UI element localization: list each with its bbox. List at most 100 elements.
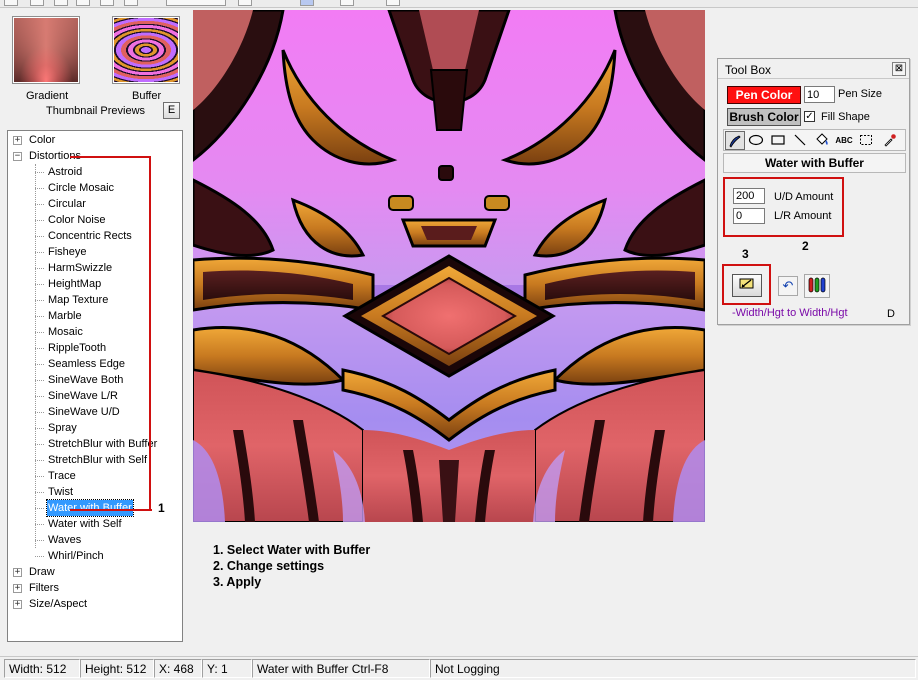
tree-item-whirl-pinch[interactable]: Whirl/Pinch [8,548,182,564]
tree-connector [35,252,44,253]
size-mode-label[interactable]: -Width/Hgt to Width/Hgt [732,307,848,319]
image-canvas[interactable] [191,8,707,523]
status-y: Y: 1 [202,659,252,678]
expand-icon[interactable]: + [13,136,22,145]
top-toolbar [0,0,918,8]
apply-button[interactable] [732,274,762,297]
status-filter: Water with Buffer Ctrl-F8 [252,659,430,678]
pen-color-button[interactable]: Pen Color [727,86,801,104]
toolbar-button[interactable] [340,0,354,6]
tree-connector [35,556,44,557]
water-with-buffer-image [191,8,707,523]
instruction-step-1: 1. Select Water with Buffer [213,543,371,557]
tree-category-draw[interactable]: + Draw [8,564,182,580]
status-height: Height: 512 [80,659,154,678]
tree-connector [35,300,44,301]
status-logging: Not Logging [430,659,916,678]
annotation-bracket-1 [70,156,151,511]
toolbar-button[interactable] [30,0,44,6]
tree-category-filters[interactable]: + Filters [8,580,182,596]
tree-connector [35,412,44,413]
toolbar-button[interactable] [238,0,252,6]
pen-size-input[interactable] [804,86,835,103]
tree-connector [35,492,44,493]
fill-shape-checkbox[interactable]: ✓ [804,111,815,122]
tree-connector [35,524,44,525]
annotation-label-2: 2 [802,239,809,253]
tree-connector [35,236,44,237]
tree-connector [35,508,44,509]
apply-icon [739,278,754,289]
ellipse-tool-icon[interactable] [746,131,766,150]
line-tool-icon[interactable] [790,131,810,150]
tree-connector [35,220,44,221]
fill-bucket-icon[interactable] [812,131,832,150]
toolbar-button[interactable] [76,0,90,6]
annotation-pointer-1 [132,509,152,511]
expand-icon[interactable]: + [13,568,22,577]
expand-icon[interactable]: + [13,600,22,609]
text-tool-icon[interactable]: ABC [834,131,854,150]
tree-connector [35,204,44,205]
tree-item-label: Water with Self [48,518,122,530]
toolbar-button[interactable] [300,0,314,6]
tree-connector [35,348,44,349]
tree-connector [35,460,44,461]
tree-connector [35,332,44,333]
tree-item-label: Waves [48,534,82,546]
tree-item-waves[interactable]: Waves [8,532,182,548]
collapse-icon[interactable]: − [13,152,22,161]
color-channels-icon[interactable] [804,274,830,298]
tree-connector [35,540,44,541]
thumbnail-expand-button[interactable]: E [163,102,180,119]
tree-connector [35,364,44,365]
toolbar-button[interactable] [54,0,68,6]
thumbnail-previews-label: Thumbnail Previews [46,105,146,117]
toolbar-dropdown[interactable] [166,0,226,6]
tree-connector [35,172,44,173]
tool-box-title: Tool Box [725,63,772,77]
tree-category-size-aspect[interactable]: + Size/Aspect [8,596,182,612]
current-filter-name: Water with Buffer [723,153,906,173]
tree-category-color[interactable]: + Color [8,132,182,148]
instructions: 1. Select Water with Buffer 2. Change se… [213,542,370,590]
pen-size-label: Pen Size [838,88,883,100]
toolbar-button[interactable] [386,0,400,6]
tool-box-titlebar[interactable]: Tool Box ⊠ [718,59,909,79]
buffer-thumbnail[interactable] [112,16,180,84]
rectangle-tool-icon[interactable] [768,131,788,150]
annotation-label-3: 3 [742,247,749,261]
tree-connector [35,396,44,397]
toolbar-button[interactable] [124,0,138,6]
tree-connector [35,476,44,477]
tree-connector [35,428,44,429]
thumbnail-previews-panel: Gradient Buffer Thumbnail Previews E [6,10,186,125]
tree-connector [35,188,44,189]
eyedropper-icon[interactable] [880,131,900,150]
expand-icon[interactable]: + [13,584,22,593]
tree-connector [35,380,44,381]
select-tool-icon[interactable] [856,131,876,150]
buffer-caption: Buffer [132,90,162,102]
toolbar-button[interactable] [4,0,18,6]
undo-icon[interactable]: ↶ [778,276,798,296]
toolbar-button[interactable] [100,0,114,6]
status-width: Width: 512 [4,659,80,678]
instruction-step-3: 3. Apply [213,575,262,589]
brush-color-button[interactable]: Brush Color [727,108,801,126]
annotation-label-1: 1 [158,501,165,515]
gradient-thumbnail[interactable] [12,16,80,84]
status-x: X: 468 [154,659,202,678]
tool-box-window: Tool Box ⊠ Pen Color Pen Size Brush Colo… [717,58,910,325]
pen-tool-icon[interactable] [725,131,745,150]
tree-item-label: Whirl/Pinch [48,550,104,562]
close-icon[interactable]: ⊠ [892,62,906,76]
gradient-caption: Gradient [26,90,69,102]
tree-connector [35,444,44,445]
tree-connector [35,284,44,285]
status-bar: Width: 512 Height: 512 X: 468 Y: 1 Water… [0,656,918,680]
dock-label: D [887,308,895,320]
drawing-tools: ABC [723,129,906,151]
tree-item-water-with-self[interactable]: Water with Self [8,516,182,532]
tree-connector [35,268,44,269]
